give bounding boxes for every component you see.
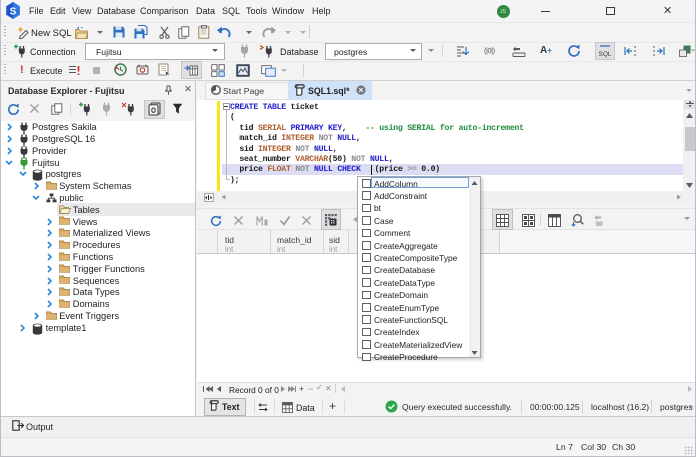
svg-text:S: S bbox=[10, 6, 17, 17]
svg-text:SQL: SQL bbox=[598, 51, 611, 58]
